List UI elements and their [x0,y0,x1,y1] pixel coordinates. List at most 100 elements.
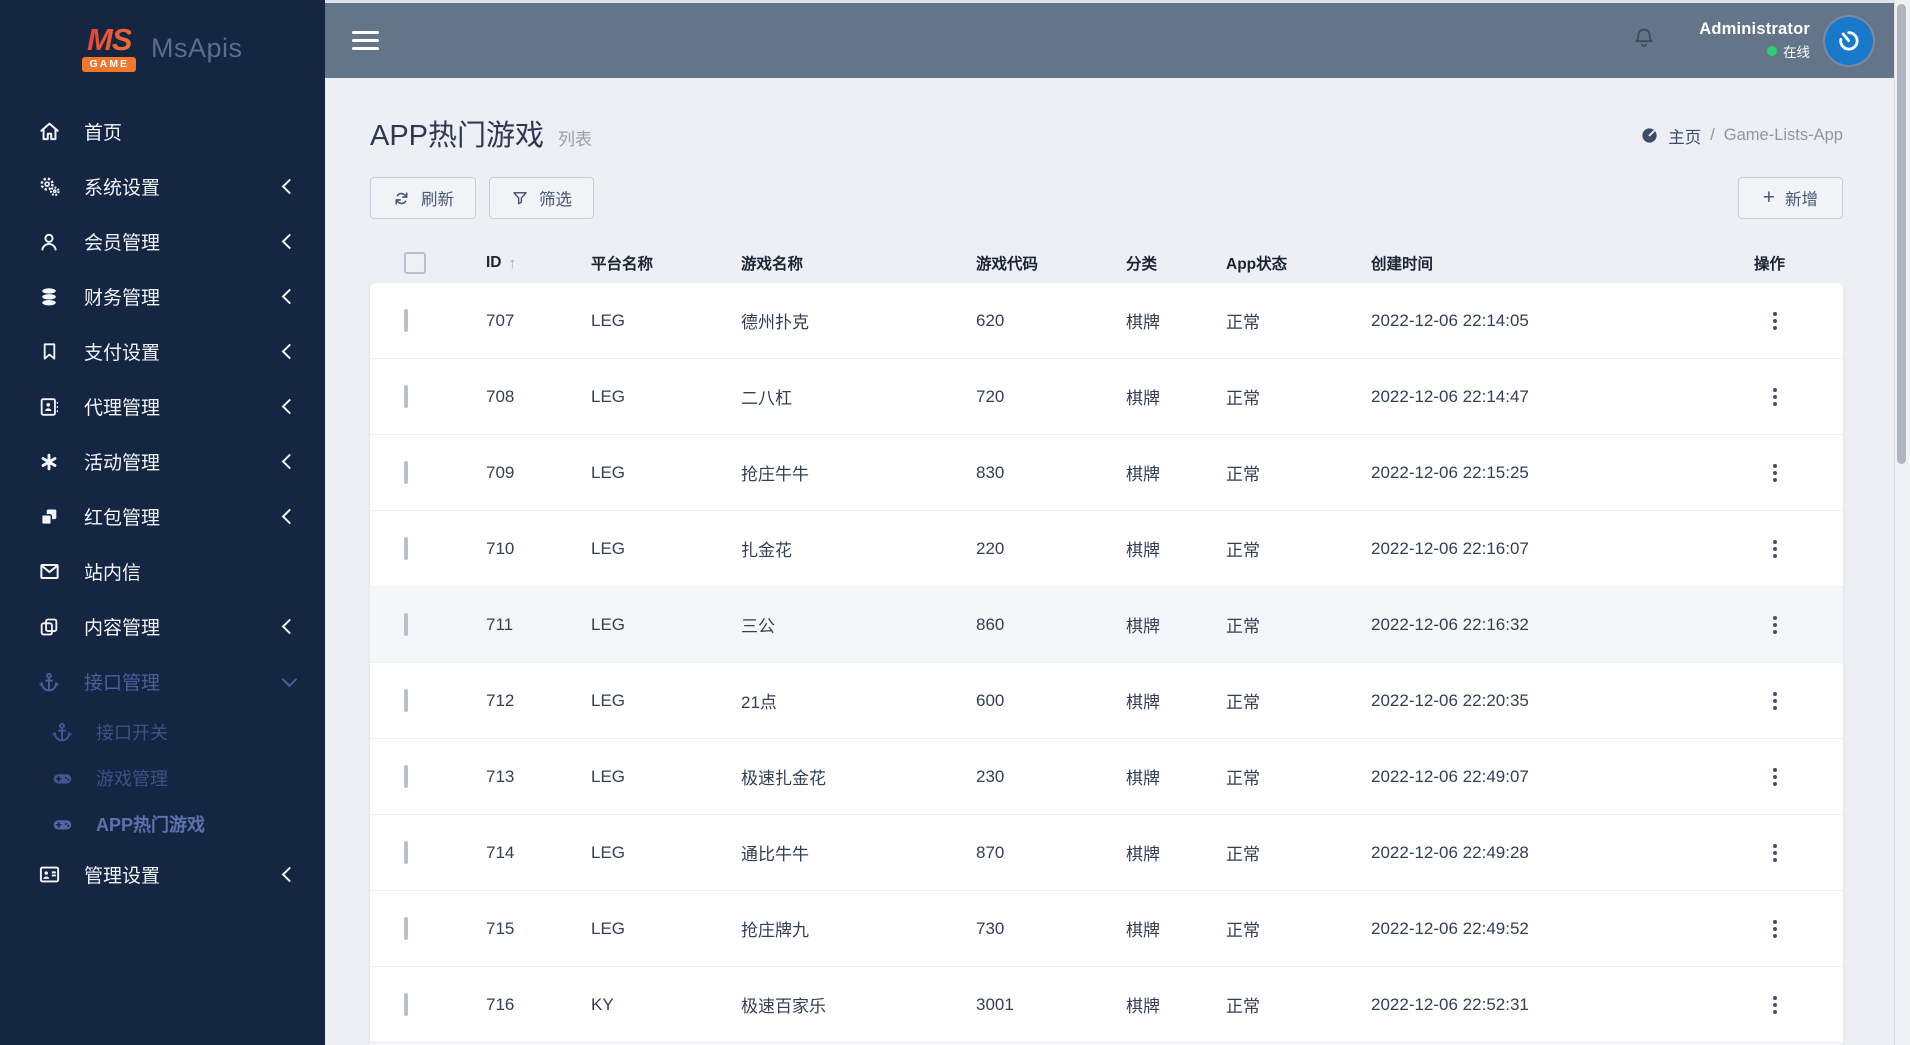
chevron-left-icon [281,453,298,470]
cell-id: 710 [486,538,515,558]
sidebar-item-label: 活动管理 [84,453,161,474]
chevron-left-icon [281,508,298,525]
anchor-icon [36,671,62,693]
cell-category: 棋牌 [1126,541,1160,560]
table-row: 707 LEG 德州扑克 620 棋牌 正常 2022-12-06 22:14:… [370,283,1843,359]
scrollbar-thumb[interactable] [1897,4,1906,464]
notifications-bell-icon[interactable] [1631,25,1657,56]
cell-created-at: 2022-12-06 22:49:28 [1371,842,1529,862]
row-actions-menu-icon[interactable] [1763,615,1787,634]
row-checkbox[interactable] [404,612,408,636]
column-header-platform[interactable]: 平台名称 [581,252,731,274]
sidebar-submenu: 接口开关 游戏管理 APP热门游戏 [0,709,325,847]
sidebar-item[interactable]: 代理管理 [0,379,325,434]
envelope-icon [36,560,62,583]
sidebar-item[interactable]: 接口管理 [0,654,325,709]
cell-platform: LEG [591,310,626,330]
app-name: MsApis [150,32,243,63]
table-row: 709 LEG 抢庄牛牛 830 棋牌 正常 2022-12-06 22:15:… [370,435,1843,511]
row-checkbox[interactable] [404,460,408,484]
cell-game-name: 德州扑克 [741,313,809,332]
sidebar-item[interactable]: 活动管理 [0,434,325,489]
logout-power-button[interactable] [1825,16,1873,65]
sidebar-item[interactable]: 财务管理 [0,269,325,324]
column-header-created[interactable]: 创建时间 [1361,252,1696,274]
sidebar-item[interactable]: 站内信 [0,544,325,599]
row-checkbox[interactable] [404,536,408,560]
sidebar-item[interactable]: 内容管理 [0,599,325,654]
sidebar: MS GAME MsApis 首页 系统设置 会员管理财务管理支付设置代理管理活动管… [0,0,325,1045]
select-all-checkbox[interactable] [404,252,426,274]
sidebar-subitem[interactable]: 接口开关 [0,709,325,755]
cell-created-at: 2022-12-06 22:52:31 [1371,994,1529,1014]
row-actions-menu-icon[interactable] [1763,995,1787,1014]
breadcrumb-home-link[interactable]: 主页 [1668,124,1701,148]
page-content: APP热门游戏 列表 主页 / Game-Lists-App 刷新 筛选 + 新… [325,78,1895,1045]
column-header-status[interactable]: App状态 [1216,252,1361,274]
table-row: 710 LEG 扎金花 220 棋牌 正常 2022-12-06 22:16:0… [370,511,1843,587]
logo-ms-text: MS [86,22,132,58]
row-checkbox[interactable] [404,384,408,408]
row-checkbox[interactable] [404,688,408,712]
sidebar-item[interactable]: 系统设置 [0,159,325,214]
topbar: Administrator 在线 [325,0,1895,78]
page-scrollbar[interactable] [1894,0,1910,1045]
row-actions-menu-icon[interactable] [1763,311,1787,330]
chevron-left-icon [281,233,298,250]
row-checkbox[interactable] [404,840,408,864]
row-actions-menu-icon[interactable] [1763,919,1787,938]
gamepad-icon [50,767,74,790]
column-header-code[interactable]: 游戏代码 [966,252,1116,274]
row-actions-menu-icon[interactable] [1763,463,1787,482]
main-area: Administrator 在线 APP热门游戏 列表 主页 / Game-Li… [325,0,1895,1045]
sidebar-item[interactable]: 支付设置 [0,324,325,379]
sidebar-item-label: 代理管理 [84,398,161,419]
sidebar-item-label: 财务管理 [84,288,161,309]
sidebar-subitem[interactable]: APP热门游戏 [0,801,325,847]
page-title: APP热门游戏 [370,120,545,152]
cell-game-code: 230 [976,766,1005,786]
breadcrumb-current: Game-Lists-App [1723,126,1843,144]
sidebar-item[interactable]: 管理设置 [0,847,325,902]
refresh-button[interactable]: 刷新 [370,177,476,219]
sidebar-subitem[interactable]: 游戏管理 [0,755,325,801]
cell-category: 棋牌 [1126,313,1160,332]
row-actions-menu-icon[interactable] [1763,843,1787,862]
cell-platform: LEG [591,690,626,710]
row-actions-menu-icon[interactable] [1763,387,1787,406]
breadcrumb-separator: / [1710,126,1715,144]
user-meta: Administrator 在线 [1699,20,1810,61]
sidebar-item[interactable]: 红包管理 [0,489,325,544]
sidebar-item[interactable]: 首页 [0,104,325,159]
cell-id: 711 [486,614,514,634]
row-actions-menu-icon[interactable] [1763,539,1787,558]
row-actions-menu-icon[interactable] [1763,691,1787,710]
row-checkbox[interactable] [404,992,408,1016]
clone-icon [36,506,62,528]
row-checkbox[interactable] [404,764,408,788]
online-status-label: 在线 [1783,45,1810,60]
cell-game-name: 抢庄牌九 [741,921,809,940]
cell-platform: LEG [591,842,626,862]
row-checkbox[interactable] [404,916,408,940]
cell-platform: KY [591,994,614,1014]
column-header-category[interactable]: 分类 [1116,252,1216,274]
power-icon [1839,30,1859,51]
sidebar-subitem-label: APP热门游戏 [96,815,206,835]
cell-game-code: 3001 [976,994,1014,1014]
sidebar-toggle-button[interactable] [352,26,379,55]
brand[interactable]: MS GAME MsApis [0,0,325,96]
cell-created-at: 2022-12-06 22:20:35 [1371,690,1529,710]
cell-created-at: 2022-12-06 22:15:25 [1371,462,1529,482]
column-header-game[interactable]: 游戏名称 [731,252,966,274]
filter-button[interactable]: 筛选 [489,177,594,219]
add-button[interactable]: + 新增 [1737,177,1843,219]
logo-game-badge: GAME [82,57,136,72]
column-header-id[interactable]: ID ↑ [476,254,581,272]
id-card-icon [36,863,62,886]
cell-category: 棋牌 [1126,693,1160,712]
cell-category: 棋牌 [1126,617,1160,636]
row-actions-menu-icon[interactable] [1763,767,1787,786]
sidebar-item[interactable]: 会员管理 [0,214,325,269]
row-checkbox[interactable] [404,308,408,332]
